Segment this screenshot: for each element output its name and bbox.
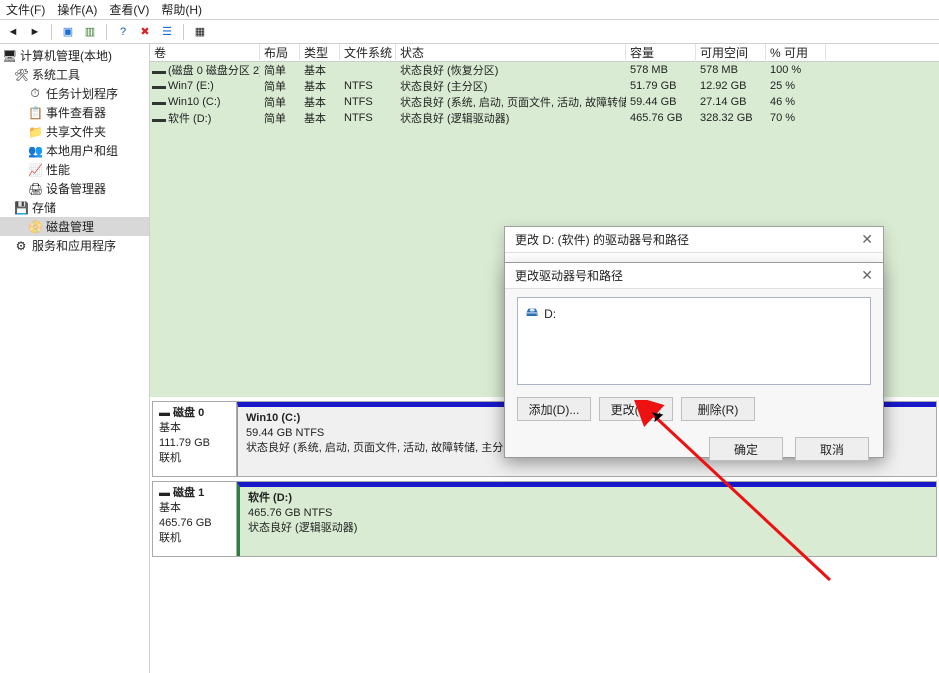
nav-back-icon[interactable]: ◄ — [4, 23, 22, 41]
tree-storage[interactable]: 💾 存储 — [0, 198, 149, 217]
delete-icon[interactable]: ✖ — [136, 23, 154, 41]
volume-list-header: 卷 布局 类型 文件系统 状态 容量 可用空间 % 可用 — [150, 44, 939, 62]
menu-action[interactable]: 操作(A) — [57, 1, 97, 18]
tree-local-users[interactable]: 👥 本地用户和组 — [0, 141, 149, 160]
partition[interactable]: 软件 (D:)465.76 GB NTFS状态良好 (逻辑驱动器) — [237, 482, 936, 556]
event-icon: 📋 — [28, 106, 42, 120]
toolbar: ◄ ► ▣ ▥ ? ✖ ☰ ▦ — [0, 20, 939, 44]
tree-disk-management[interactable]: 📀 磁盘管理 — [0, 217, 149, 236]
tree-label: 共享文件夹 — [46, 123, 106, 140]
tree-label: 系统工具 — [32, 66, 80, 83]
volume-row[interactable]: ▬Win10 (C:)简单基本NTFS状态良好 (系统, 启动, 页面文件, 活… — [150, 94, 939, 110]
separator — [183, 24, 184, 40]
tree-label: 事件查看器 — [46, 104, 106, 121]
nav-tree: 🖥 计算机管理(本地) 🛠 系统工具 ⏱ 任务计划程序 📋 事件查看器 📁 共享… — [0, 44, 150, 673]
drive-icon: ▬ — [152, 114, 166, 125]
nav-forward-icon[interactable]: ► — [26, 23, 44, 41]
tools-icon: 🛠 — [14, 68, 28, 82]
menu-file[interactable]: 文件(F) — [6, 1, 45, 18]
drive-entry[interactable]: 🖴 D: — [524, 302, 864, 325]
separator — [106, 24, 107, 40]
tree-label: 性能 — [46, 161, 70, 178]
tree-label: 计算机管理(本地) — [20, 47, 112, 64]
computer-icon: 🖥 — [2, 49, 16, 63]
tree-event-viewer[interactable]: 📋 事件查看器 — [0, 103, 149, 122]
disk-label[interactable]: ▬ 磁盘 1基本465.76 GB联机 — [153, 482, 237, 556]
tree-systemtools[interactable]: 🛠 系统工具 — [0, 65, 149, 84]
drive-icon: ▬ — [152, 97, 166, 108]
list-icon[interactable]: ☰ — [158, 23, 176, 41]
tree-label: 设备管理器 — [46, 180, 106, 197]
properties-icon[interactable]: ▥ — [81, 23, 99, 41]
cancel-button[interactable]: 取消 — [795, 437, 869, 461]
services-icon: ⚙ — [14, 239, 28, 253]
separator — [51, 24, 52, 40]
tree-performance[interactable]: 📈 性能 — [0, 160, 149, 179]
help-icon[interactable]: ? — [114, 23, 132, 41]
tree-shared-folders[interactable]: 📁 共享文件夹 — [0, 122, 149, 141]
refresh-icon[interactable]: ▣ — [59, 23, 77, 41]
drive-icon: 🖴 — [526, 303, 538, 324]
disk-row: ▬ 磁盘 1基本465.76 GB联机软件 (D:)465.76 GB NTFS… — [152, 481, 937, 557]
remove-button[interactable]: 删除(R) — [681, 397, 755, 421]
volume-row[interactable]: ▬Win7 (E:)简单基本NTFS状态良好 (主分区)51.79 GB12.9… — [150, 78, 939, 94]
tree-label: 本地用户和组 — [46, 142, 118, 159]
device-icon: 🖨 — [28, 182, 42, 196]
clock-icon: ⏱ — [28, 86, 42, 101]
tree-device-manager[interactable]: 🖨 设备管理器 — [0, 179, 149, 198]
users-icon: 👥 — [28, 144, 42, 158]
drive-icon: ▬ — [152, 81, 166, 92]
close-icon[interactable]: ✕ — [861, 267, 873, 284]
disk-label[interactable]: ▬ 磁盘 0基本111.79 GB联机 — [153, 402, 237, 476]
dialog-title: 更改 D: (软件) 的驱动器号和路径 — [515, 231, 689, 248]
tree-label: 服务和应用程序 — [32, 237, 116, 254]
menu-bar: 文件(F) 操作(A) 查看(V) 帮助(H) — [0, 0, 939, 20]
col-volume[interactable]: 卷 — [150, 44, 260, 62]
tree-label: 磁盘管理 — [46, 218, 94, 235]
volume-row[interactable]: ▬软件 (D:)简单基本NTFS状态良好 (逻辑驱动器)465.76 GB328… — [150, 110, 939, 126]
tree-services[interactable]: ⚙ 服务和应用程序 — [0, 236, 149, 255]
menu-view[interactable]: 查看(V) — [109, 1, 149, 18]
col-cap[interactable]: 容量 — [626, 44, 696, 62]
storage-icon: 💾 — [14, 201, 28, 215]
drive-icon: ▬ — [152, 66, 166, 77]
drive-entry-label: D: — [544, 307, 556, 321]
ok-button[interactable]: 确定 — [709, 437, 783, 461]
tree-task-scheduler[interactable]: ⏱ 任务计划程序 — [0, 84, 149, 103]
volume-row[interactable]: ▬(磁盘 0 磁盘分区 2)简单基本状态良好 (恢复分区)578 MB578 M… — [150, 62, 939, 78]
disk-icon: 📀 — [28, 220, 42, 234]
perf-icon: 📈 — [28, 163, 42, 177]
add-button[interactable]: 添加(D)... — [517, 397, 591, 421]
view-icon[interactable]: ▦ — [191, 23, 209, 41]
col-pct[interactable]: % 可用 — [766, 44, 826, 62]
menu-help[interactable]: 帮助(H) — [161, 1, 202, 18]
tree-label: 存储 — [32, 199, 56, 216]
tree-root[interactable]: 🖥 计算机管理(本地) — [0, 46, 149, 65]
col-status[interactable]: 状态 — [396, 44, 626, 62]
dialog-title: 更改驱动器号和路径 — [515, 267, 623, 284]
col-type[interactable]: 类型 — [300, 44, 340, 62]
col-free[interactable]: 可用空间 — [696, 44, 766, 62]
col-fs[interactable]: 文件系统 — [340, 44, 396, 62]
change-button[interactable]: 更改(C)... — [599, 397, 673, 421]
drive-path-list[interactable]: 🖴 D: — [517, 297, 871, 385]
close-icon[interactable]: ✕ — [861, 231, 873, 248]
dialog-change-drive-letter: 更改驱动器号和路径 ✕ 🖴 D: 添加(D)... 更改(C)... 删除(R)… — [504, 262, 884, 458]
folder-icon: 📁 — [28, 125, 42, 139]
col-layout[interactable]: 布局 — [260, 44, 300, 62]
tree-label: 任务计划程序 — [46, 85, 118, 102]
